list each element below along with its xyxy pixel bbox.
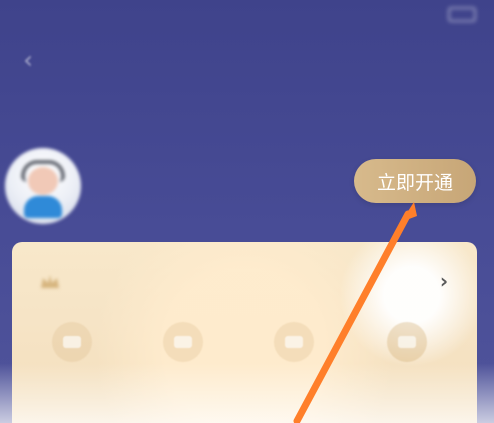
pointer-arrow-icon [293, 202, 417, 423]
vip-center-screen: ‹ 立即开通 › [0, 0, 494, 423]
